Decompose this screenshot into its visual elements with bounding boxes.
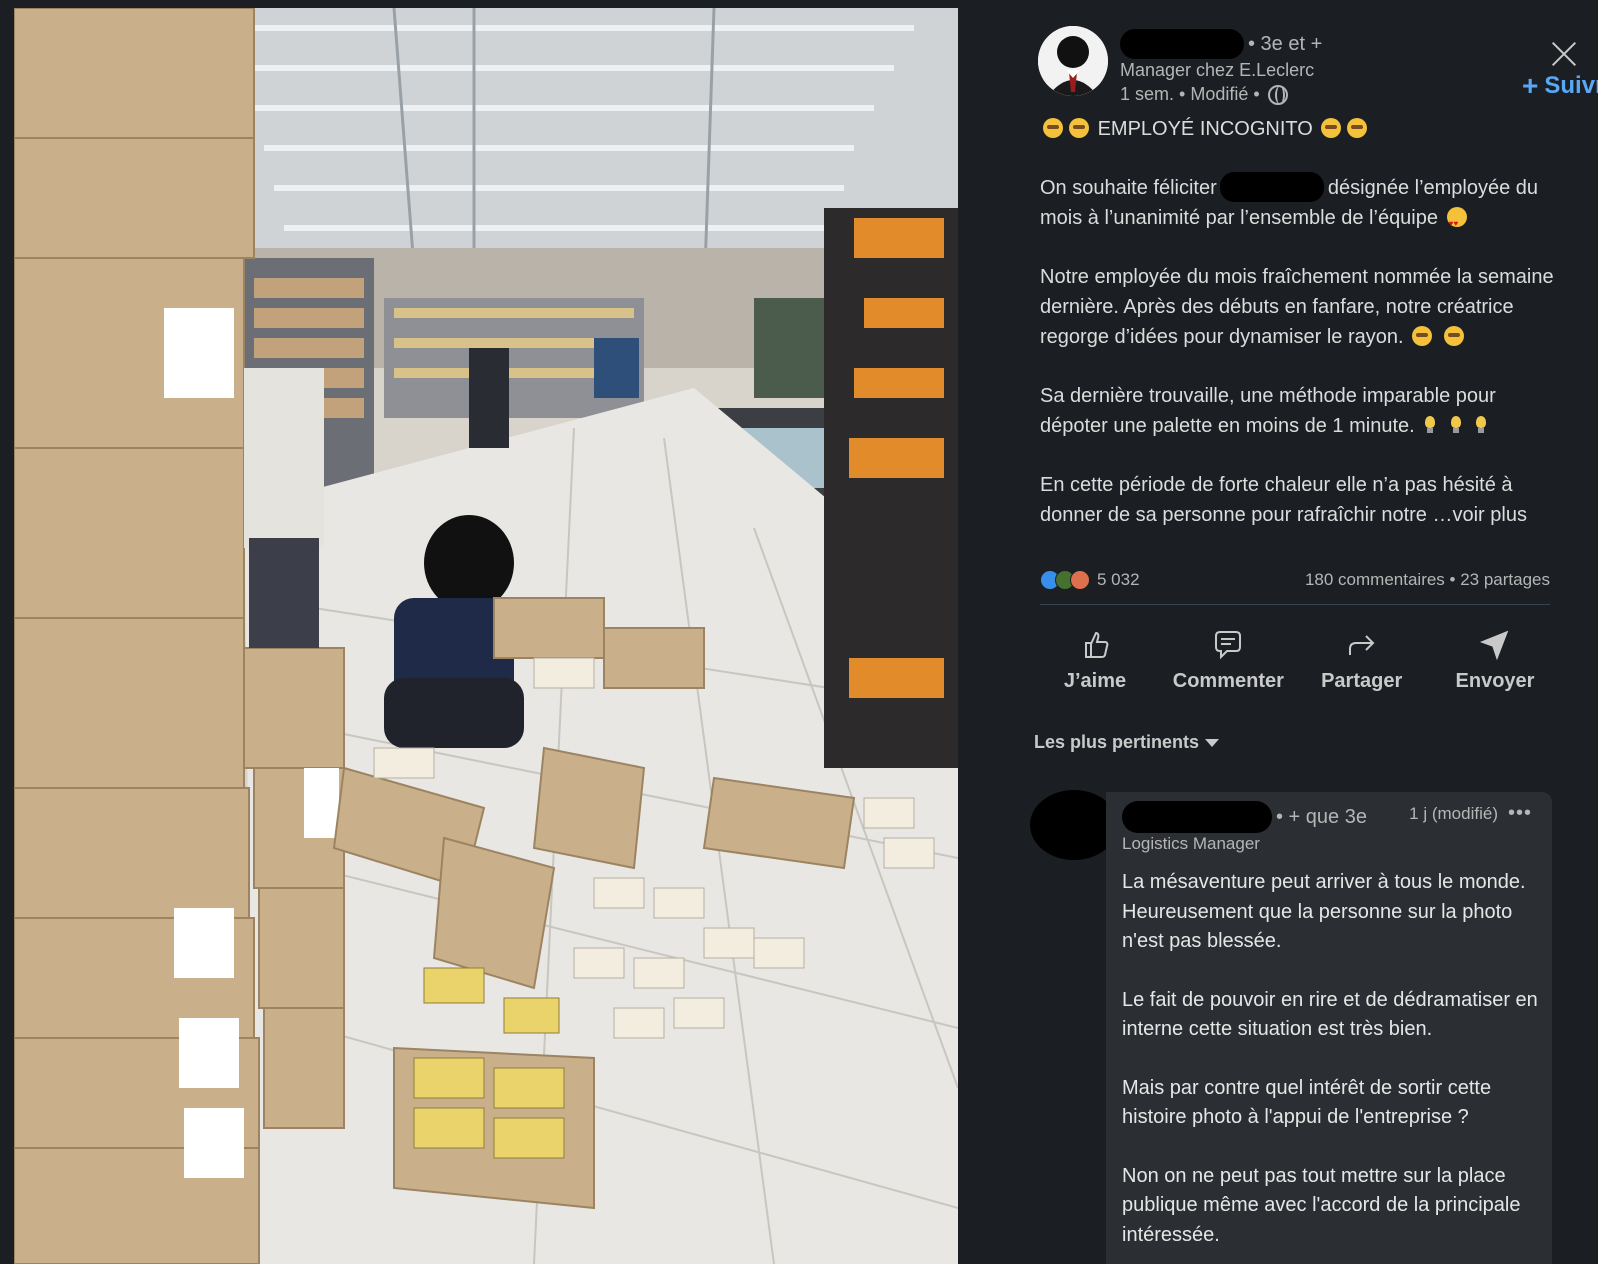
comment-button[interactable]: Commenter (1163, 618, 1293, 708)
caret-down-icon (1205, 738, 1220, 747)
comment-paragraph: Mais par contre quel intérêt de sortir c… (1122, 1076, 1492, 1129)
author-avatar[interactable] (1038, 26, 1108, 96)
post-viewer: • 3e et + Manager chez E.Leclerc 1 sem. … (0, 0, 1598, 1264)
comment-time: 1 j (modifié) ••• (1409, 802, 1532, 825)
comments-shares-count[interactable]: 180 commentaires • 23 partages (1305, 570, 1550, 590)
emoji-icon (1043, 118, 1063, 138)
emoji-icon (1443, 326, 1464, 346)
follow-label: Suivre (1544, 72, 1598, 99)
commenter-name-redacted[interactable] (1122, 801, 1272, 833)
like-button[interactable]: J’aime (1030, 618, 1160, 708)
emoji-icon (1321, 118, 1342, 138)
supermarket-photo (14, 8, 958, 1264)
post-author: • 3e et + Manager chez E.Leclerc 1 sem. … (1038, 26, 1598, 106)
post-paragraph-1: On souhaite féliciter désignée l’employé… (1040, 172, 1560, 239)
post-actions: J’aime Commenter Partager Envoyer (1030, 618, 1560, 708)
comment-paragraph: Le fait de pouvoir en rire et de dédrama… (1122, 988, 1538, 1041)
post-panel: • 3e et + Manager chez E.Leclerc 1 sem. … (958, 0, 1598, 1264)
comment-text: La mésaventure peut arriver à tous le mo… (1122, 868, 1542, 1264)
post-text: EMPLOYÉ INCOGNITO On souhaite féliciter … (1040, 114, 1560, 559)
sort-label: Les plus pertinents (1034, 732, 1200, 752)
thumbs-up-icon (1078, 628, 1112, 662)
see-more-link[interactable]: …voir plus (1432, 504, 1526, 526)
commenter-degree: • + que 3e (1276, 805, 1367, 828)
more-options-icon[interactable]: ••• (1508, 802, 1532, 825)
reaction-icons (1040, 570, 1090, 590)
comment: • + que 3e 1 j (modifié) ••• Logistics M… (1106, 792, 1552, 1264)
love-reaction-icon (1070, 570, 1090, 590)
plus-icon: + (1522, 70, 1539, 101)
author-headline: Manager chez E.Leclerc (1120, 60, 1315, 80)
post-paragraph-2: Notre employée du mois fraîchement nommé… (1040, 262, 1560, 352)
avatar-icon (1038, 26, 1108, 96)
comment-paragraph: La mésaventure peut arriver à tous le mo… (1122, 871, 1526, 952)
post-photo[interactable] (14, 8, 958, 1264)
lightbulb-emoji-icon (1449, 415, 1463, 435)
send-icon (1478, 628, 1512, 662)
share-label: Partager (1321, 670, 1403, 692)
post-meta: 1 sem. • Modifié • (1120, 84, 1288, 105)
emoji-icon (1412, 326, 1433, 346)
comment-label: Commenter (1172, 670, 1284, 692)
send-label: Envoyer (1455, 670, 1535, 692)
like-label: J’aime (1063, 670, 1127, 692)
reactions-count: 5 032 (1097, 570, 1140, 589)
paragraph-text: Notre employée du mois fraîchement nommé… (1040, 266, 1554, 348)
post-stats: 5 032 180 commentaires • 23 partages (1040, 566, 1550, 594)
heart-eyes-emoji-icon (1446, 207, 1467, 239)
emoji-icon (1069, 118, 1089, 138)
lightbulb-emoji-icon (1474, 415, 1488, 435)
follow-button[interactable]: + Suivre (1522, 72, 1598, 100)
sort-dropdown[interactable]: Les plus pertinents (1034, 732, 1220, 753)
commenter-avatar[interactable] (1030, 790, 1118, 860)
reactions-summary[interactable]: 5 032 (1040, 570, 1140, 590)
post-title: EMPLOYÉ INCOGNITO (1040, 114, 1560, 144)
author-name-redacted[interactable] (1120, 29, 1244, 59)
paragraph-text: On souhaite féliciter (1040, 177, 1217, 199)
post-paragraph-3: Sa dernière trouvaille, une méthode impa… (1040, 381, 1560, 441)
divider (1040, 604, 1550, 605)
post-paragraph-4: En cette période de forte chaleur elle n… (1040, 470, 1560, 530)
globe-icon (1267, 84, 1288, 105)
emoji-icon (1347, 118, 1368, 138)
comment-paragraph: Non on ne peut pas tout mettre sur la pl… (1122, 1164, 1521, 1246)
commenter-headline: Logistics Manager (1122, 834, 1260, 853)
share-icon (1345, 628, 1379, 662)
share-button[interactable]: Partager (1297, 618, 1427, 708)
author-degree: • 3e et + (1248, 32, 1323, 55)
comment-icon (1211, 628, 1245, 662)
employee-name-redacted (1220, 172, 1325, 202)
post-title-text: EMPLOYÉ INCOGNITO (1097, 118, 1313, 140)
lightbulb-emoji-icon (1423, 415, 1437, 435)
send-button[interactable]: Envoyer (1430, 618, 1560, 708)
post-meta-text: 1 sem. • Modifié • (1120, 84, 1260, 104)
comment-timestamp: 1 j (modifié) (1409, 803, 1498, 823)
comment-header: • + que 3e 1 j (modifié) ••• (1122, 801, 1542, 833)
